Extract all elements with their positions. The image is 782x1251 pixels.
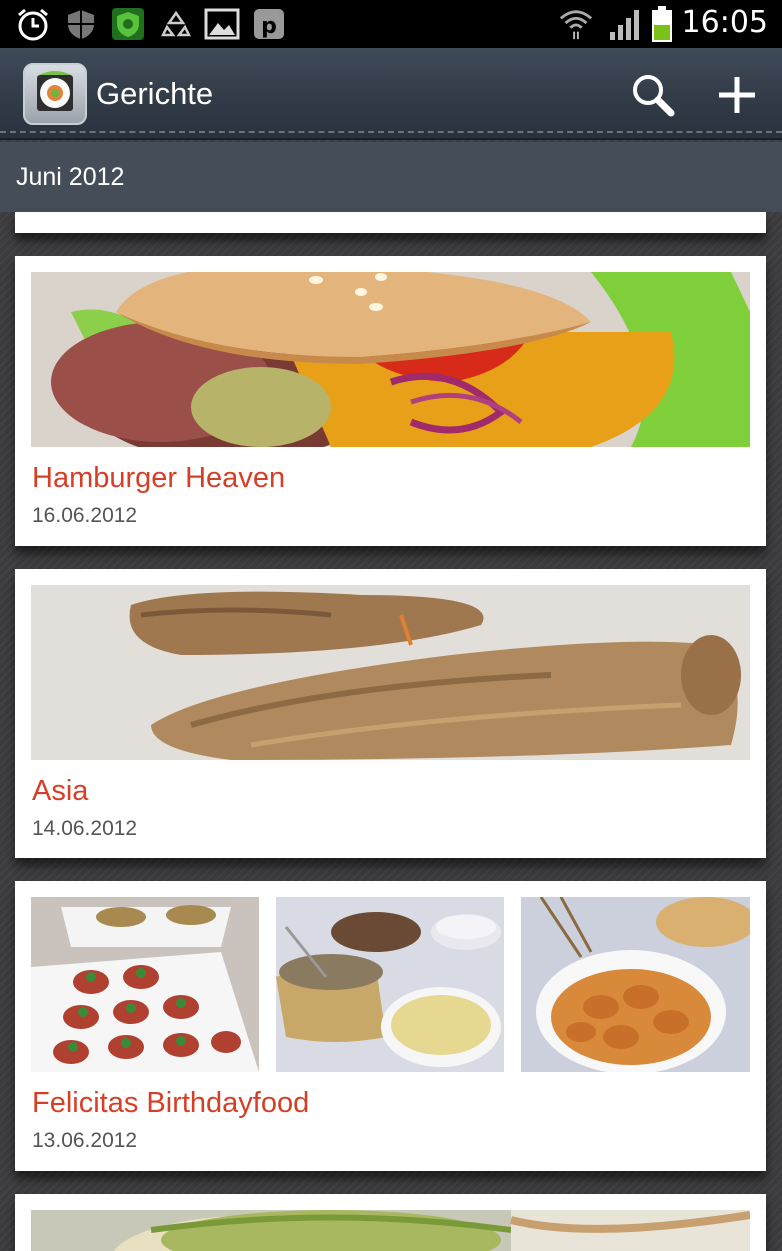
security-shield-icon <box>110 6 146 42</box>
section-label: Juni 2012 <box>16 163 125 191</box>
shield-icon <box>63 6 99 42</box>
signal-icon <box>606 6 644 42</box>
dish-photo <box>31 1210 750 1251</box>
dish-title: Felicitas Birthdayfood <box>32 1087 310 1119</box>
salad-bowls-photo <box>276 897 504 1072</box>
dish-card[interactable]: Asia 14.06.2012 <box>15 569 766 858</box>
dish-title: Asia <box>32 775 89 807</box>
dish-card[interactable]: Felicitas Birthdayfood 13.06.2012 <box>15 881 766 1171</box>
sushi-app-icon[interactable] <box>23 63 87 125</box>
page-title: Gerichte <box>96 76 214 111</box>
dish-title: Hamburger Heaven <box>32 462 286 494</box>
parking-icon: p <box>251 6 287 42</box>
svg-text:p: p <box>261 14 277 39</box>
spring-roll-photo <box>31 585 750 760</box>
gallery-icon <box>204 6 240 42</box>
status-bar: p 16:05 <box>0 0 782 48</box>
dish-date: 13.06.2012 <box>32 1129 138 1152</box>
dish-date: 16.06.2012 <box>32 504 138 527</box>
alarm-icon <box>15 6 51 42</box>
action-bar: Gerichte <box>0 48 782 140</box>
burger-photo <box>31 272 750 447</box>
battery-icon <box>647 6 677 42</box>
clock: 16:05 <box>681 5 768 40</box>
recycle-icon <box>158 6 194 42</box>
dish-date: 14.06.2012 <box>32 817 138 840</box>
section-header: Juni 2012 <box>0 142 782 212</box>
add-icon[interactable] <box>712 70 762 120</box>
bruschetta-photo <box>31 897 259 1072</box>
list-item[interactable] <box>15 212 766 233</box>
chips-bowl-photo <box>521 897 750 1072</box>
dish-card[interactable]: Hamburger Heaven 16.06.2012 <box>15 256 766 546</box>
wifi-icon <box>558 6 594 42</box>
dish-card[interactable] <box>15 1194 766 1251</box>
search-icon[interactable] <box>628 70 678 120</box>
